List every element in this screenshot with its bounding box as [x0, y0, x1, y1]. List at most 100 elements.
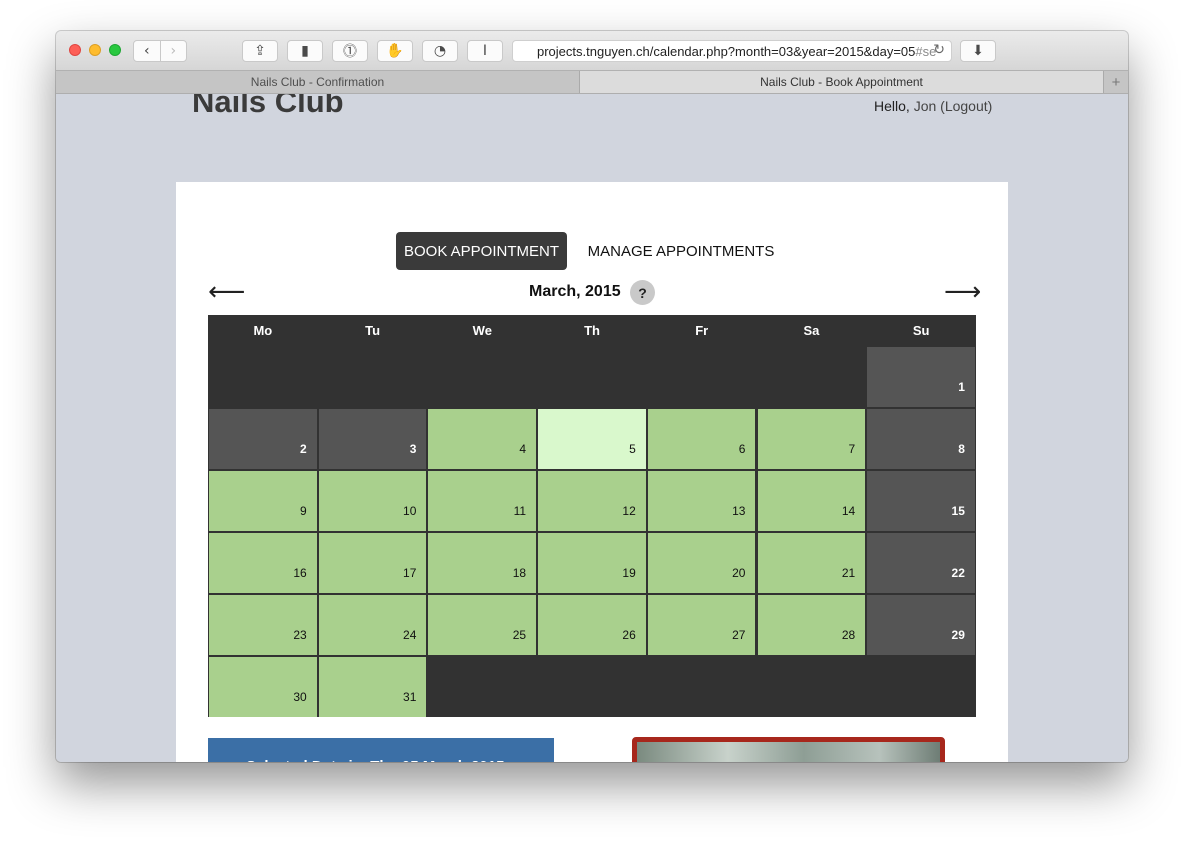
calendar-day-3: 3 — [318, 409, 427, 469]
weekday-mo: Mo — [253, 323, 273, 338]
calendar-day-label: 29 — [951, 628, 965, 642]
calendar-day-11[interactable]: 11 — [428, 471, 537, 531]
calendar-day-10[interactable]: 10 — [318, 471, 427, 531]
calendar-grid: Mo Tu We Th Fr Sa Su 1 2 3 4 5 6 7 8 9 10 11 12 13 14… — [208, 315, 976, 717]
address-bar[interactable]: projects.tnguyen.ch/calendar.php?month=0… — [512, 40, 952, 62]
history-button[interactable]: ◔ — [422, 40, 458, 62]
calendar-day-6[interactable]: 6 — [647, 409, 756, 469]
calendar-day-5[interactable]: 5 — [538, 409, 646, 469]
evernote-icon: ✋ — [386, 43, 404, 59]
calendar-day-26[interactable]: 26 — [538, 595, 646, 655]
book-appointment-tab[interactable]: BOOK APPOINTMENT — [396, 232, 567, 270]
calendar-day-label: 21 — [841, 566, 856, 580]
calendar-day-label: 5 — [629, 442, 636, 456]
tab-bar: Nails Club - Confirmation Nails Club - B… — [56, 70, 1128, 94]
page-viewport: Nails Club Hello, Jon (Logout) BOOK APPO… — [56, 94, 1128, 762]
reload-icon[interactable]: ↻ — [933, 42, 945, 58]
salon-photo — [632, 737, 945, 762]
site-logo[interactable]: Nails Club — [192, 94, 344, 120]
tab-confirmation[interactable]: Nails Club - Confirmation — [56, 71, 580, 93]
help-button[interactable]: ? — [630, 280, 655, 305]
browser-window: ‹ › ⇪ ▮ ⓵ ✋ ◔ I projects.tnguyen.ch/cale… — [56, 31, 1128, 762]
calendar-day-label: 23 — [293, 628, 307, 642]
calendar-day-12[interactable]: 12 — [538, 471, 646, 531]
calendar-day-label: 20 — [732, 566, 746, 580]
download-icon: ⬇ — [972, 43, 984, 59]
back-icon[interactable]: ‹ — [134, 41, 160, 61]
downloads-button[interactable]: ⬇ — [960, 40, 996, 62]
zoom-window-button[interactable] — [109, 44, 121, 56]
calendar-day-label: 18 — [512, 566, 527, 580]
calendar-day-21[interactable]: 21 — [757, 533, 866, 593]
calendar-day-28[interactable]: 28 — [757, 595, 866, 655]
calendar-day-label: 12 — [622, 504, 636, 518]
month-title: March, 2015 — [529, 283, 621, 300]
calendar-day-label: 17 — [403, 566, 417, 580]
calendar-day-label: 1 — [958, 380, 965, 394]
calendar-day-8: 8 — [867, 409, 975, 469]
greeting-prefix: Hello, — [874, 98, 914, 114]
evernote-button[interactable]: ✋ — [377, 40, 413, 62]
calendar-day-label: 31 — [403, 690, 417, 704]
calendar-day-20[interactable]: 20 — [647, 533, 756, 593]
new-tab-button[interactable]: + — [1104, 71, 1128, 93]
browser-toolbar: ‹ › ⇪ ▮ ⓵ ✋ ◔ I projects.tnguyen.ch/cale… — [56, 31, 1128, 70]
calendar-day-16[interactable]: 16 — [209, 533, 317, 593]
calendar-day-13[interactable]: 13 — [647, 471, 756, 531]
calendar-day-label: 28 — [841, 628, 856, 642]
calendar-day-17[interactable]: 17 — [318, 533, 427, 593]
address-text: projects.tnguyen.ch/calendar.php?month=0… — [537, 44, 936, 59]
weekday-sa: Sa — [803, 323, 820, 338]
calendar-day-18[interactable]: 18 — [428, 533, 537, 593]
calendar-day-4[interactable]: 4 — [428, 409, 537, 469]
calendar-day-14[interactable]: 14 — [757, 471, 866, 531]
calendar-day-31[interactable]: 31 — [318, 657, 427, 717]
history-nav: ‹ › — [133, 40, 187, 62]
calendar-day-23[interactable]: 23 — [209, 595, 317, 655]
reader-icon: ▮ — [301, 43, 309, 59]
weekday-fr: Fr — [695, 323, 709, 338]
password-manager-button[interactable]: ⓵ — [332, 40, 368, 62]
forward-icon[interactable]: › — [159, 41, 187, 61]
calendar-day-label: 15 — [951, 504, 965, 518]
calendar-day-19[interactable]: 19 — [538, 533, 646, 593]
share-button[interactable]: ⇪ — [242, 40, 278, 62]
calendar-day-7[interactable]: 7 — [757, 409, 866, 469]
share-icon: ⇪ — [254, 43, 266, 59]
calendar-day-label: 16 — [293, 566, 307, 580]
tab-book-appointment[interactable]: Nails Club - Book Appointment — [580, 71, 1104, 93]
calendar-day-label: 13 — [732, 504, 746, 518]
user-greeting: Hello, Jon (Logout) — [874, 98, 992, 114]
calendar-day-9[interactable]: 9 — [209, 471, 317, 531]
calendar-day-27[interactable]: 27 — [647, 595, 756, 655]
content-card: BOOK APPOINTMENT MANAGE APPOINTMENTS ⟵ M… — [176, 182, 1008, 762]
calendar-day-2: 2 — [209, 409, 317, 469]
calendar-day-label: 9 — [300, 504, 307, 518]
previous-month-arrow-icon[interactable]: ⟵ — [208, 277, 245, 307]
calendar-weekday-header: Mo Tu We Th Fr Sa Su — [208, 315, 976, 346]
calendar-day-label: 3 — [409, 442, 417, 456]
manage-appointments-tab[interactable]: MANAGE APPOINTMENTS — [586, 232, 776, 270]
text-cursor-button[interactable]: I — [467, 40, 503, 62]
calendar-day-30[interactable]: 30 — [209, 657, 317, 717]
history-icon: ◔ — [433, 43, 447, 59]
calendar-day-24[interactable]: 24 — [318, 595, 427, 655]
url-main: projects.tnguyen.ch/calendar.php?month=0… — [537, 43, 916, 59]
calendar-day-label: 11 — [513, 504, 527, 518]
reader-button[interactable]: ▮ — [287, 40, 323, 62]
calendar-day-29: 29 — [867, 595, 975, 655]
calendar-day-label: 30 — [293, 690, 307, 704]
weekday-su: Su — [912, 323, 930, 338]
calendar-day-label: 8 — [958, 442, 965, 456]
calendar-day-label: 6 — [738, 442, 746, 456]
calendar-day-label: 22 — [951, 566, 965, 580]
next-month-arrow-icon[interactable]: ⟶ — [944, 277, 981, 307]
logout-link[interactable]: (Logout) — [940, 98, 992, 114]
calendar-day-label: 4 — [519, 442, 527, 456]
calendar-day-25[interactable]: 25 — [428, 595, 537, 655]
close-window-button[interactable] — [69, 44, 81, 56]
minimize-window-button[interactable] — [89, 44, 101, 56]
calendar-day-label: 7 — [848, 442, 856, 456]
calendar-day-22: 22 — [867, 533, 975, 593]
weekday-tu: Tu — [365, 323, 381, 338]
